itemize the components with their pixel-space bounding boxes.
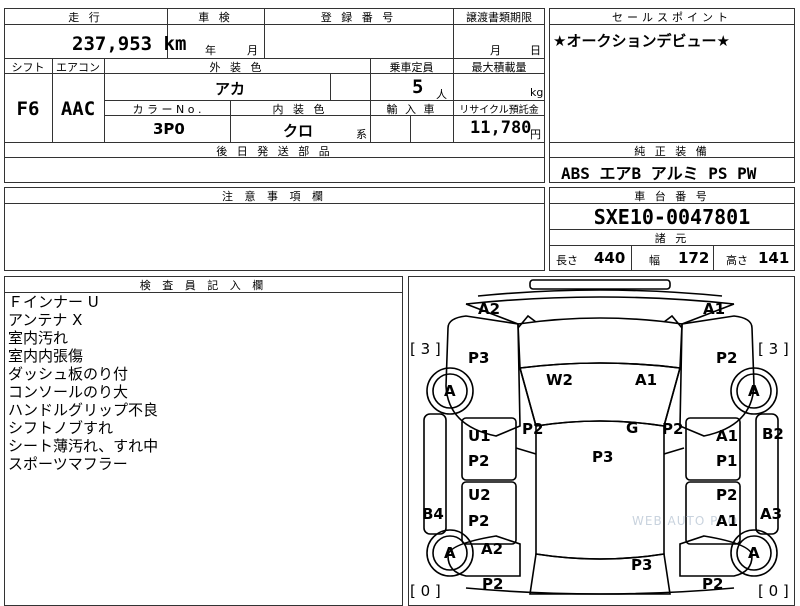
mileage-number: 237,953 (72, 33, 153, 55)
damage-label: G (626, 419, 639, 437)
height-value: 141 (758, 249, 790, 267)
damage-label: P2 (702, 575, 724, 593)
inspector-note: シフトノブすれ (8, 419, 114, 437)
inspector-note: シート薄汚れ、すれ中 (8, 437, 159, 455)
registration-header: 登 録 番 号 (320, 11, 397, 24)
damage-label: B4 (422, 505, 444, 523)
damage-label: P3 (592, 448, 614, 466)
interior-color-suffix: 系 (356, 128, 367, 141)
wheel-label: A (748, 382, 760, 400)
damage-label: A2 (478, 300, 501, 318)
damage-label: A3 (760, 505, 783, 523)
capacity-header: 乗車定員 (389, 61, 434, 74)
capacity-value: 5 (412, 76, 424, 98)
damage-label: U1 (468, 427, 491, 445)
damage-label: A1 (703, 300, 726, 318)
inspector-note: アンテナ X (8, 311, 83, 329)
damage-label: P2 (468, 512, 490, 530)
damage-label: P2 (482, 575, 504, 593)
damage-label: P1 (716, 452, 738, 470)
chassis-value: SXE10-0047801 (593, 205, 751, 229)
sales-point-text: ★オークションデビュー★ (553, 32, 730, 50)
damage-label: [ 3 ] (758, 340, 789, 358)
later-parts-header: 後 日 発 送 部 品 (216, 145, 333, 158)
damage-label: P2 (522, 420, 544, 438)
height-label: 高さ (726, 254, 748, 267)
damage-label: P3 (631, 556, 653, 574)
inspector-note: Ｆインナー U (8, 293, 99, 311)
aircon-value: AAC (60, 98, 96, 120)
damage-label: A1 (635, 371, 658, 389)
damage-label: P2 (662, 420, 684, 438)
width-value: 172 (678, 249, 710, 267)
damage-label: P2 (716, 486, 738, 504)
sales-point-header: セールスポイント (612, 11, 732, 24)
chassis-header: 車 台 番 号 (634, 190, 710, 203)
damage-label: A1 (716, 512, 739, 530)
max-load-header: 最大積載量 (471, 61, 527, 74)
damage-label: B2 (762, 425, 784, 443)
damage-label: P2 (716, 349, 738, 367)
length-value: 440 (594, 249, 626, 267)
exterior-color-header: 外 装 色 (209, 61, 265, 74)
transfer-day-unit: 日 (530, 44, 541, 57)
damage-label: U2 (468, 486, 491, 504)
max-load-unit: kg (530, 86, 544, 99)
wheel-label: A (444, 544, 456, 562)
damage-label: [ 3 ] (410, 340, 441, 358)
shaken-header: 車 検 (198, 11, 233, 24)
wheel-label: A (748, 544, 760, 562)
capacity-unit: 人 (436, 88, 447, 101)
damage-label: A1 (716, 427, 739, 445)
recycle-value: 11,780 (470, 118, 532, 138)
equipment-text: ABS エアB アルミ PS PW (561, 164, 757, 183)
shift-header: シフト (11, 61, 45, 74)
inspector-note: 室内汚れ (8, 329, 69, 347)
wheel-label: A (444, 382, 456, 400)
caution-header: 注 意 事 項 欄 (222, 190, 327, 203)
inspector-note: スポーツマフラー (8, 455, 128, 473)
inspector-note: 室内内張傷 (8, 347, 84, 365)
color-no-value: 3P0 (153, 120, 185, 138)
inspector-note: ダッシュ板のり付 (8, 365, 129, 383)
interior-color-value: クロ (283, 122, 314, 140)
transfer-docs-header: 譲渡書類期限 (466, 11, 532, 24)
import-header: 輸 入 車 (386, 103, 437, 116)
aircon-header: エアコン (56, 61, 100, 74)
damage-label: W2 (546, 371, 573, 389)
length-label: 長さ (556, 254, 578, 267)
width-label: 幅 (649, 254, 660, 267)
mileage-value: 237,953 km (72, 33, 186, 55)
specs-header: 諸 元 (654, 232, 690, 245)
interior-color-header: 内 装 色 (272, 103, 328, 116)
transfer-month-unit: 月 (490, 44, 501, 57)
damage-label: P2 (468, 452, 490, 470)
shift-value: F6 (16, 98, 40, 120)
inspector-note: ハンドルグリップ不良 (8, 401, 159, 419)
damage-label: [ 0 ] (758, 582, 789, 600)
recycle-unit: 円 (530, 128, 541, 141)
color-no-header: カ ラ ー N o . (132, 103, 202, 116)
inspector-header: 検 査 員 記 入 欄 (139, 279, 268, 292)
exterior-color-value: アカ (215, 80, 246, 98)
mileage-unit: km (163, 33, 187, 55)
damage-label: P3 (468, 349, 490, 367)
shaken-month-unit: 月 (247, 44, 258, 57)
mileage-header: 走 行 (68, 11, 103, 24)
shaken-year-unit: 年 (205, 44, 216, 57)
damage-label: [ 0 ] (410, 582, 441, 600)
damage-label: A2 (481, 540, 504, 558)
recycle-header: リサイクル預託金 (459, 105, 539, 116)
equipment-header: 純 正 装 備 (634, 145, 710, 158)
inspector-note: コンソールのり大 (8, 383, 129, 401)
